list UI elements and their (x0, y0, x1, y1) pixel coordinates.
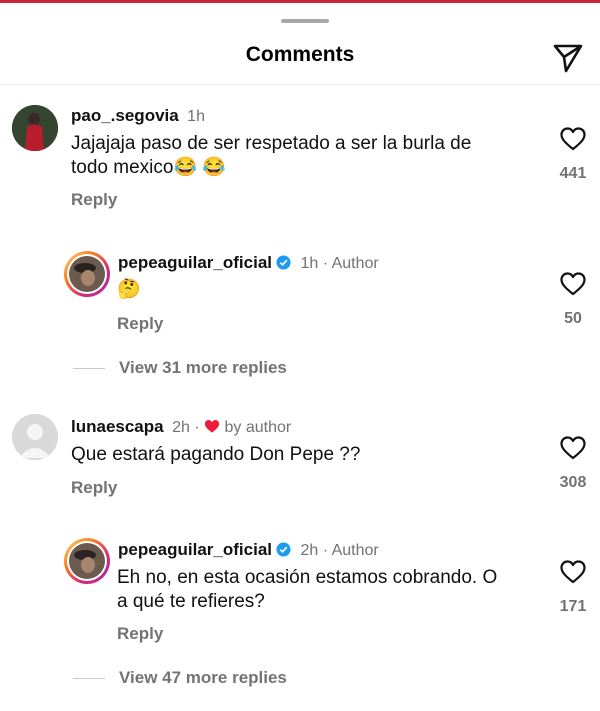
comment-text: 🤔 (117, 279, 141, 300)
reply-button[interactable]: Reply (71, 190, 117, 210)
comment-text: Que estará pagando Don Pepe ?? (71, 444, 361, 465)
comment-text-line: a qué te refieres? (117, 591, 265, 612)
like-count: 50 (564, 310, 582, 327)
verified-badge-icon (276, 255, 291, 270)
comment-text-line: Jajajaja paso de ser respetado a ser la … (71, 133, 472, 154)
reply-button[interactable]: Reply (117, 314, 163, 334)
separator-dot: · (318, 255, 332, 272)
thread-line (73, 678, 105, 679)
username[interactable]: lunaescapa (71, 417, 164, 436)
heart-icon[interactable] (560, 560, 586, 584)
avatar[interactable] (12, 105, 58, 151)
default-avatar-icon (12, 414, 58, 460)
like-count: 441 (559, 165, 587, 182)
like-count: 308 (559, 474, 587, 491)
reply-button[interactable]: Reply (71, 478, 117, 498)
timestamp: 2h (300, 542, 319, 559)
header-divider (0, 84, 600, 85)
like-count: 171 (559, 598, 587, 615)
author-label: Author (331, 542, 379, 559)
profile-photo-icon (67, 541, 107, 581)
separator-dot: · (189, 419, 205, 436)
timestamp: 1h (187, 108, 205, 125)
heart-icon[interactable] (560, 127, 586, 151)
drag-handle[interactable] (281, 19, 329, 23)
comment-text: Jajajaja paso de ser respetado a ser la … (71, 132, 541, 180)
profile-photo-icon (12, 105, 58, 151)
username[interactable]: pepeaguilar_oficial (118, 540, 272, 559)
author-label: Author (331, 255, 379, 272)
avatar[interactable] (64, 251, 110, 297)
thread-line (73, 368, 105, 369)
comment-header: pao_.segovia 1h (71, 106, 205, 126)
username[interactable]: pao_.segovia (71, 106, 179, 125)
separator-dot: · (318, 542, 332, 559)
reply-button[interactable]: Reply (117, 624, 163, 644)
profile-photo-icon (67, 254, 107, 294)
comment-header: lunaescapa 2h · by author (71, 417, 291, 437)
username[interactable]: pepeaguilar_oficial (118, 253, 272, 272)
sheet-title: Comments (245, 43, 355, 66)
timestamp: 1h (300, 255, 319, 272)
view-more-replies-button[interactable]: View 31 more replies (119, 358, 287, 378)
avatar[interactable] (64, 538, 110, 584)
verified-badge-icon (276, 542, 291, 557)
comment-header: pepeaguilar_oficial 2h · Author (118, 540, 379, 560)
paper-plane-icon[interactable] (551, 40, 585, 74)
comment-header: pepeaguilar_oficial 1h · Author (118, 253, 379, 273)
timestamp: 2h (172, 419, 190, 436)
view-more-replies-button[interactable]: View 47 more replies (119, 668, 287, 688)
comment-text-line: todo mexico😂 😂 (71, 157, 227, 178)
avatar[interactable] (12, 414, 58, 460)
heart-icon[interactable] (560, 436, 586, 460)
heart-icon[interactable] (560, 272, 586, 296)
liked-by-author-label: by author (224, 419, 292, 436)
red-heart-icon (205, 420, 220, 433)
comment-text: Eh no, en esta ocasión estamos cobrando.… (117, 566, 547, 614)
comment-text-line: Eh no, en esta ocasión estamos cobrando.… (117, 567, 498, 588)
